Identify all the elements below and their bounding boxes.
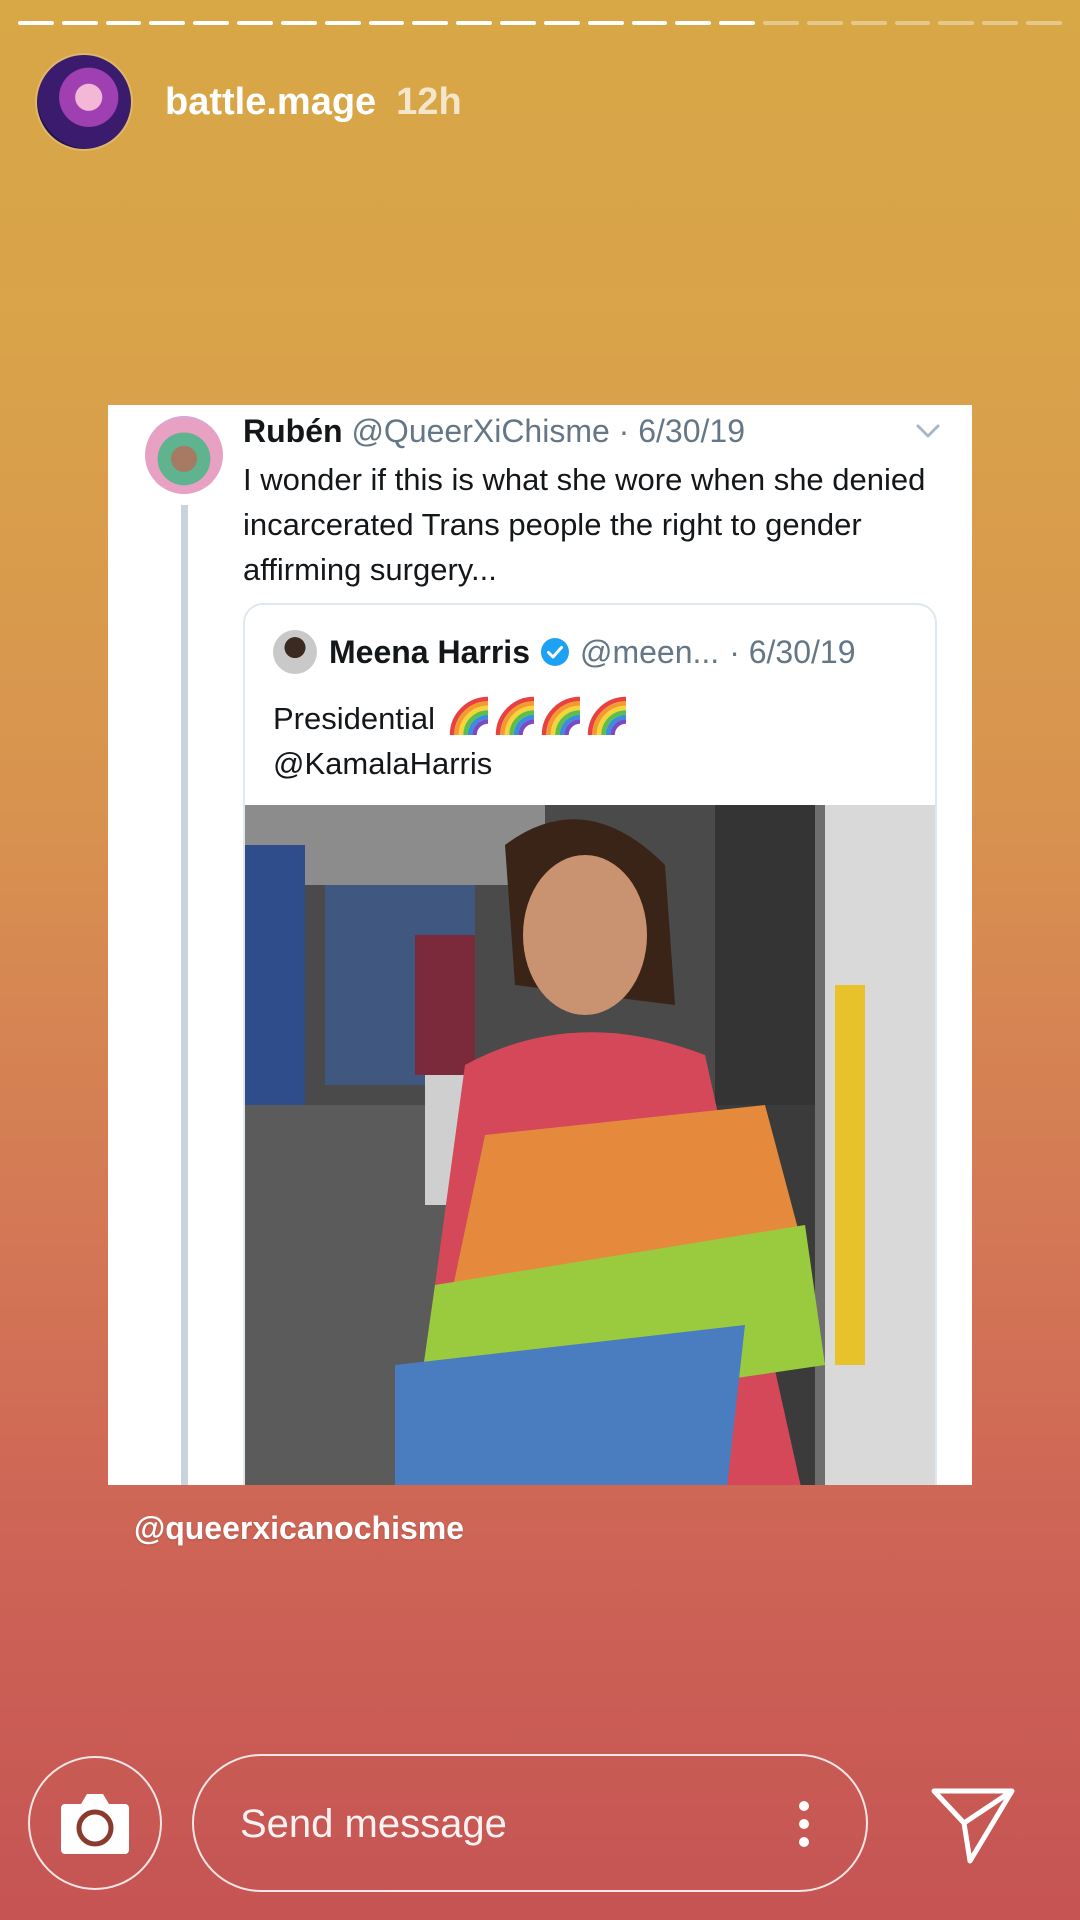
progress-segment	[412, 21, 449, 25]
quoted-text-line2: @KamalaHarris	[273, 746, 493, 781]
progress-segment	[850, 21, 887, 25]
rainbow-emoji	[449, 696, 488, 736]
quoted-avatar	[273, 630, 317, 674]
progress-segment	[719, 21, 756, 25]
quoted-author-name: Meena Harris	[329, 633, 530, 670]
story-progress-bar	[18, 21, 1062, 25]
rainbow-emojis	[444, 696, 628, 736]
progress-segment	[105, 21, 142, 25]
tweet-text: I wonder if this is what she wore when s…	[243, 462, 926, 587]
camera-button[interactable]	[28, 1756, 162, 1890]
tweet-screenshot: Rubén @QueerXiChisme · 6/30/19 I wonder …	[108, 405, 972, 1485]
rainbow-emoji	[587, 696, 626, 736]
camera-icon	[61, 1794, 129, 1854]
avatar[interactable]	[37, 55, 131, 149]
username[interactable]: battle.mage	[165, 81, 376, 124]
quoted-date: · 6/30/19	[729, 633, 856, 670]
quoted-photo	[245, 805, 935, 1485]
progress-segment	[1026, 21, 1062, 25]
mention-sticker[interactable]: @queerxicanochisme	[134, 1510, 464, 1547]
message-placeholder: Send message	[240, 1802, 507, 1846]
progress-segment	[894, 21, 931, 25]
quoted-text: Presidential @KamalaHarris	[273, 695, 628, 786]
chevron-down-icon	[916, 424, 940, 438]
more-vertical-icon[interactable]	[798, 1800, 810, 1848]
progress-segment	[61, 21, 98, 25]
story-header: battle.mage 12h	[37, 54, 462, 150]
progress-segment	[631, 21, 668, 25]
rainbow-emoji	[541, 696, 580, 736]
quoted-tweet: Meena Harris @meen... · 6/30/19 Presiden…	[243, 603, 937, 1485]
quoted-tweet-header: Meena Harris @meen... · 6/30/19	[273, 627, 856, 677]
progress-segment	[675, 21, 712, 25]
rainbow-emoji	[495, 696, 534, 736]
tweet-date: · 6/30/19	[618, 413, 745, 449]
progress-segment	[149, 21, 186, 25]
tweet-author-name: Rubén	[243, 413, 343, 449]
send-icon[interactable]	[930, 1785, 1016, 1865]
progress-segment	[543, 21, 580, 25]
progress-segment	[587, 21, 624, 25]
thread-line	[181, 505, 188, 1485]
post-time: 12h	[396, 80, 462, 123]
progress-segment	[982, 21, 1019, 25]
progress-segment	[456, 21, 493, 25]
send-message-input[interactable]: Send message	[192, 1754, 868, 1892]
quoted-author-handle: @meen...	[579, 633, 720, 670]
progress-segment	[806, 21, 843, 25]
tweet-author-handle: @QueerXiChisme	[351, 413, 610, 449]
progress-segment	[500, 21, 536, 25]
progress-segment	[324, 21, 361, 25]
progress-segment	[763, 21, 799, 25]
progress-segment	[938, 21, 975, 25]
quoted-text-line1: Presidential	[273, 701, 435, 736]
verified-badge-icon	[540, 638, 569, 666]
progress-segment	[368, 21, 405, 25]
progress-segment	[280, 21, 317, 25]
progress-segment	[18, 21, 54, 25]
progress-segment	[193, 21, 230, 25]
progress-segment	[237, 21, 273, 25]
tweet-avatar	[145, 416, 223, 494]
tweet-header: Rubén @QueerXiChisme · 6/30/19	[243, 413, 745, 450]
